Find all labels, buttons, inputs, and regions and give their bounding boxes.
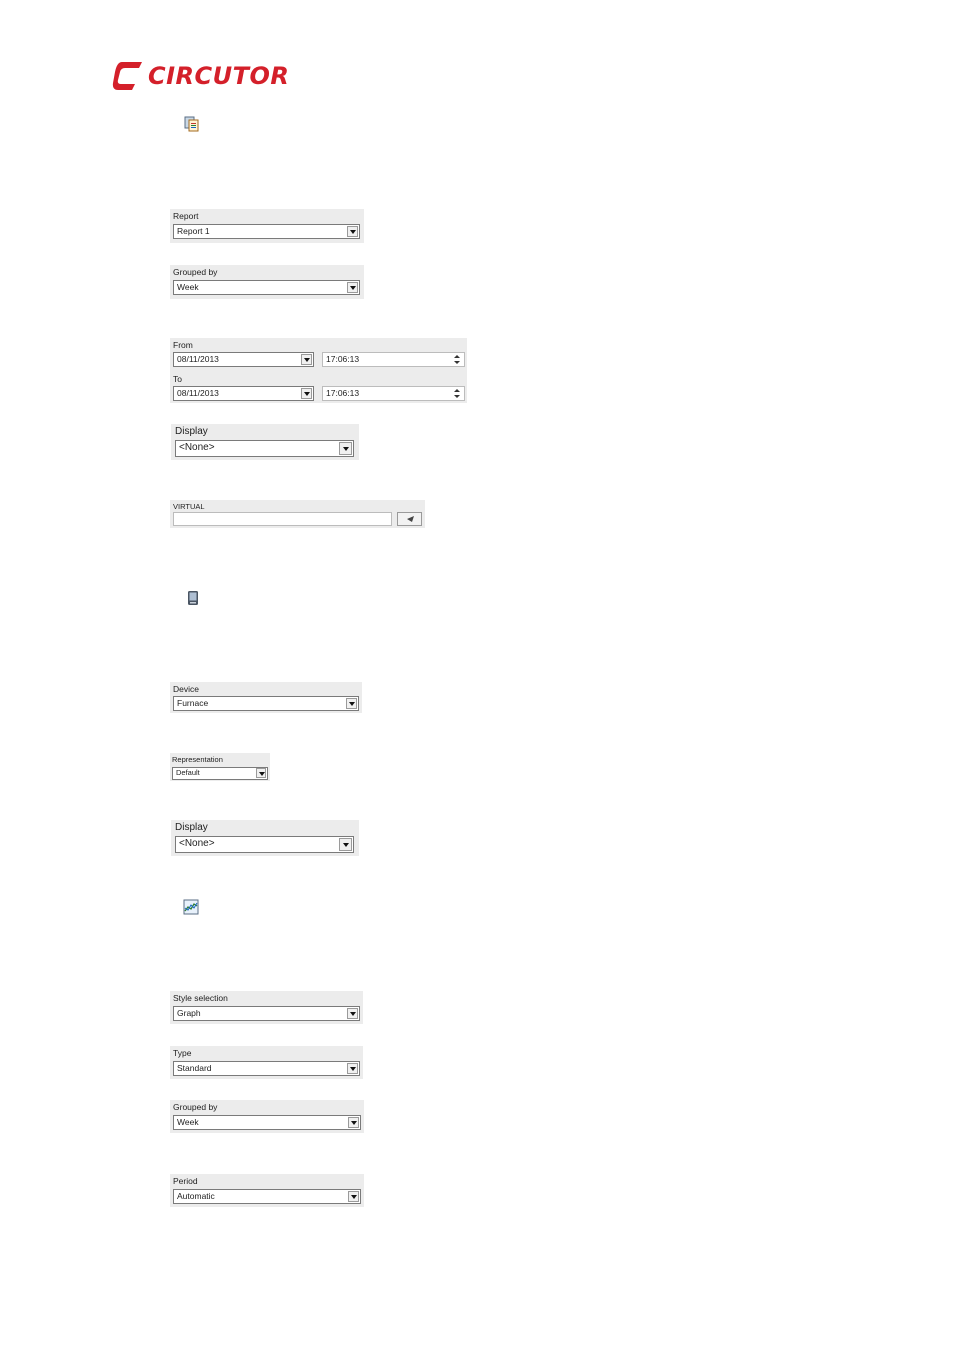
device-select[interactable]: Furnace [173,696,359,711]
period-select[interactable]: Automatic [173,1189,361,1204]
to-time-value: 17:06:13 [326,388,360,398]
period-panel: Period Automatic [170,1174,364,1207]
graph-grouped-by-value: Week [177,1117,199,1127]
spin-down-icon[interactable] [451,394,463,400]
chevron-down-icon[interactable] [347,1008,358,1019]
device-display-panel: Display <None> [171,820,359,856]
device-panel: Device Furnace [170,682,362,713]
from-time-value: 17:06:13 [326,354,360,364]
to-label: To [173,374,182,384]
device-display-select[interactable]: <None> [175,836,354,853]
chevron-down-icon[interactable] [347,1063,358,1074]
device-value: Furnace [177,698,209,708]
style-selection-select[interactable]: Graph [173,1006,360,1021]
chevron-down-icon[interactable] [339,442,352,455]
type-value: Standard [177,1063,212,1073]
report-select[interactable]: Report 1 [173,224,360,239]
representation-select[interactable]: Default [172,767,268,780]
type-label: Type [173,1048,192,1058]
display-select[interactable]: <None> [175,440,354,457]
grouped-by-panel: Grouped by Week [170,265,364,299]
to-time-spinner[interactable]: 17:06:13 [322,386,465,401]
period-value: Automatic [177,1191,215,1201]
device-display-label: Display [175,822,208,833]
graph-grouped-by-label: Grouped by [173,1102,218,1112]
graph-icon [183,899,199,915]
display-value: <None> [179,442,215,453]
chevron-down-icon[interactable] [347,226,358,237]
graph-grouped-by-select[interactable]: Week [173,1115,361,1130]
representation-label: Representation [172,755,223,764]
report-panel: Report Report 1 [170,209,364,243]
style-selection-label: Style selection [173,993,228,1003]
style-selection-value: Graph [177,1008,201,1018]
grouped-by-select[interactable]: Week [173,280,360,295]
device-icon [188,591,198,605]
from-label: From [173,340,193,350]
calendar-dropdown-icon[interactable] [301,388,312,399]
style-selection-panel: Style selection Graph [170,991,363,1024]
report-icon [184,116,199,132]
virtual-panel: VIRTUAL [170,500,425,528]
calendar-dropdown-icon[interactable] [301,354,312,365]
virtual-label: VIRTUAL [173,502,205,511]
display-panel: Display <None> [171,424,359,460]
spin-down-icon[interactable] [451,360,463,366]
to-date-picker[interactable]: 08/11/2013 [173,386,314,401]
type-select[interactable]: Standard [173,1061,360,1076]
grouped-by-value: Week [177,282,199,292]
chevron-down-icon[interactable] [348,1117,359,1128]
to-date-value: 08/11/2013 [177,388,219,398]
browse-button[interactable] [397,512,422,526]
grouped-by-label: Grouped by [173,267,218,277]
device-label: Device [173,684,199,694]
chevron-down-icon[interactable] [339,838,352,851]
device-display-value: <None> [179,838,215,849]
chevron-down-icon[interactable] [347,282,358,293]
virtual-path-input[interactable] [173,512,392,526]
circutor-logo: CIRCUTOR [112,58,292,94]
representation-panel: Representation Default [170,753,270,781]
from-date-value: 08/11/2013 [177,354,219,364]
from-date-picker[interactable]: 08/11/2013 [173,352,314,367]
representation-value: Default [176,768,200,777]
type-panel: Type Standard [170,1046,363,1079]
display-label: Display [175,426,208,437]
circutor-logo-icon [112,62,142,90]
brand-name: CIRCUTOR [148,62,290,90]
chevron-down-icon[interactable] [346,698,357,709]
chevron-down-icon[interactable] [348,1191,359,1202]
from-time-spinner[interactable]: 17:06:13 [322,352,465,367]
graph-grouped-by-panel: Grouped by Week [170,1100,364,1133]
report-label: Report [173,211,199,221]
browse-icon [407,516,414,522]
report-value: Report 1 [177,226,210,236]
chevron-down-icon[interactable] [256,768,266,778]
date-range-panel: From 08/11/2013 17:06:13 To 08/11/2013 1… [170,338,467,403]
period-label: Period [173,1176,198,1186]
